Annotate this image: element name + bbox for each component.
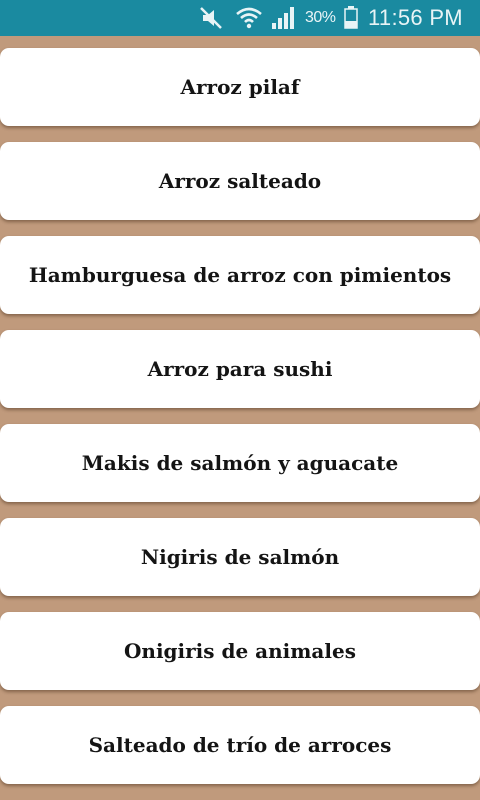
recipe-card-arroz-salteado[interactable]: Arroz salteado bbox=[0, 142, 480, 220]
recipe-card-arroz-sushi[interactable]: Arroz para sushi bbox=[0, 330, 480, 408]
recipe-card-nigiris[interactable]: Nigiris de salmón bbox=[0, 518, 480, 596]
recipe-card-salteado-trio[interactable]: Salteado de trío de arroces bbox=[0, 706, 480, 784]
battery-percent: 30% bbox=[305, 9, 336, 26]
recipe-label: Onigiris de animales bbox=[124, 639, 356, 663]
recipe-label: Arroz pilaf bbox=[180, 75, 300, 99]
recipe-card-onigiris[interactable]: Onigiris de animales bbox=[0, 612, 480, 690]
recipe-label: Arroz para sushi bbox=[147, 357, 333, 381]
recipe-card-hamburguesa[interactable]: Hamburguesa de arroz con pimientos bbox=[0, 236, 480, 314]
status-bar: 30% 11:56 PM bbox=[0, 0, 480, 36]
signal-icon bbox=[270, 5, 298, 36]
battery-icon bbox=[343, 5, 359, 36]
recipe-card-makis[interactable]: Makis de salmón y aguacate bbox=[0, 424, 480, 502]
clock: 11:56 PM bbox=[368, 5, 463, 30]
wifi-icon bbox=[234, 5, 264, 36]
recipe-label: Salteado de trío de arroces bbox=[88, 733, 392, 757]
recipe-label: Hamburguesa de arroz con pimientos bbox=[28, 263, 452, 287]
mute-icon bbox=[199, 5, 225, 36]
recipe-label: Makis de salmón y aguacate bbox=[81, 451, 399, 475]
recipe-label: Nigiris de salmón bbox=[140, 545, 340, 569]
recipe-card-arroz-pilaf[interactable]: Arroz pilaf bbox=[0, 48, 480, 126]
recipe-label: Arroz salteado bbox=[158, 169, 322, 193]
